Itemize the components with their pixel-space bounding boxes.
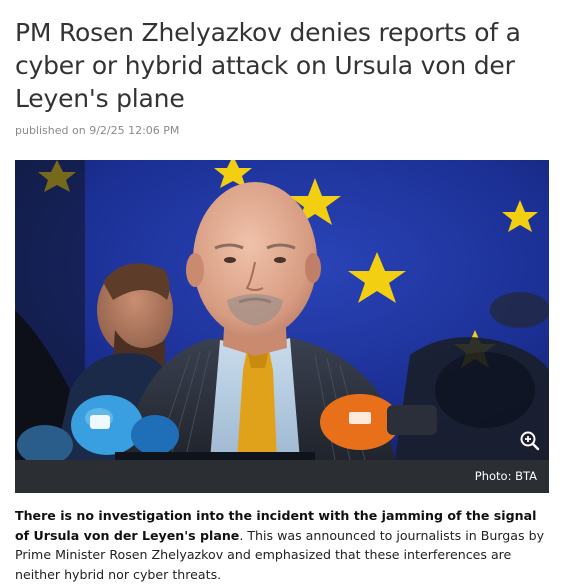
- zoom-in-icon: [520, 431, 540, 451]
- article-photo-figure: Photo: BTA: [15, 160, 549, 493]
- photo-caption-bar: Photo: BTA: [15, 460, 549, 493]
- article-lead: There is no investigation into the incid…: [15, 506, 545, 584]
- article-photo[interactable]: [15, 160, 549, 460]
- photo-credit: Photo: BTA: [474, 469, 537, 483]
- article-headline: PM Rosen Zhelyazkov denies reports of a …: [15, 18, 521, 113]
- zoom-in-button[interactable]: [519, 430, 541, 452]
- publish-date: published on 9/2/25 12:06 PM: [15, 124, 180, 137]
- article-header: PM Rosen Zhelyazkov denies reports of a …: [15, 16, 549, 137]
